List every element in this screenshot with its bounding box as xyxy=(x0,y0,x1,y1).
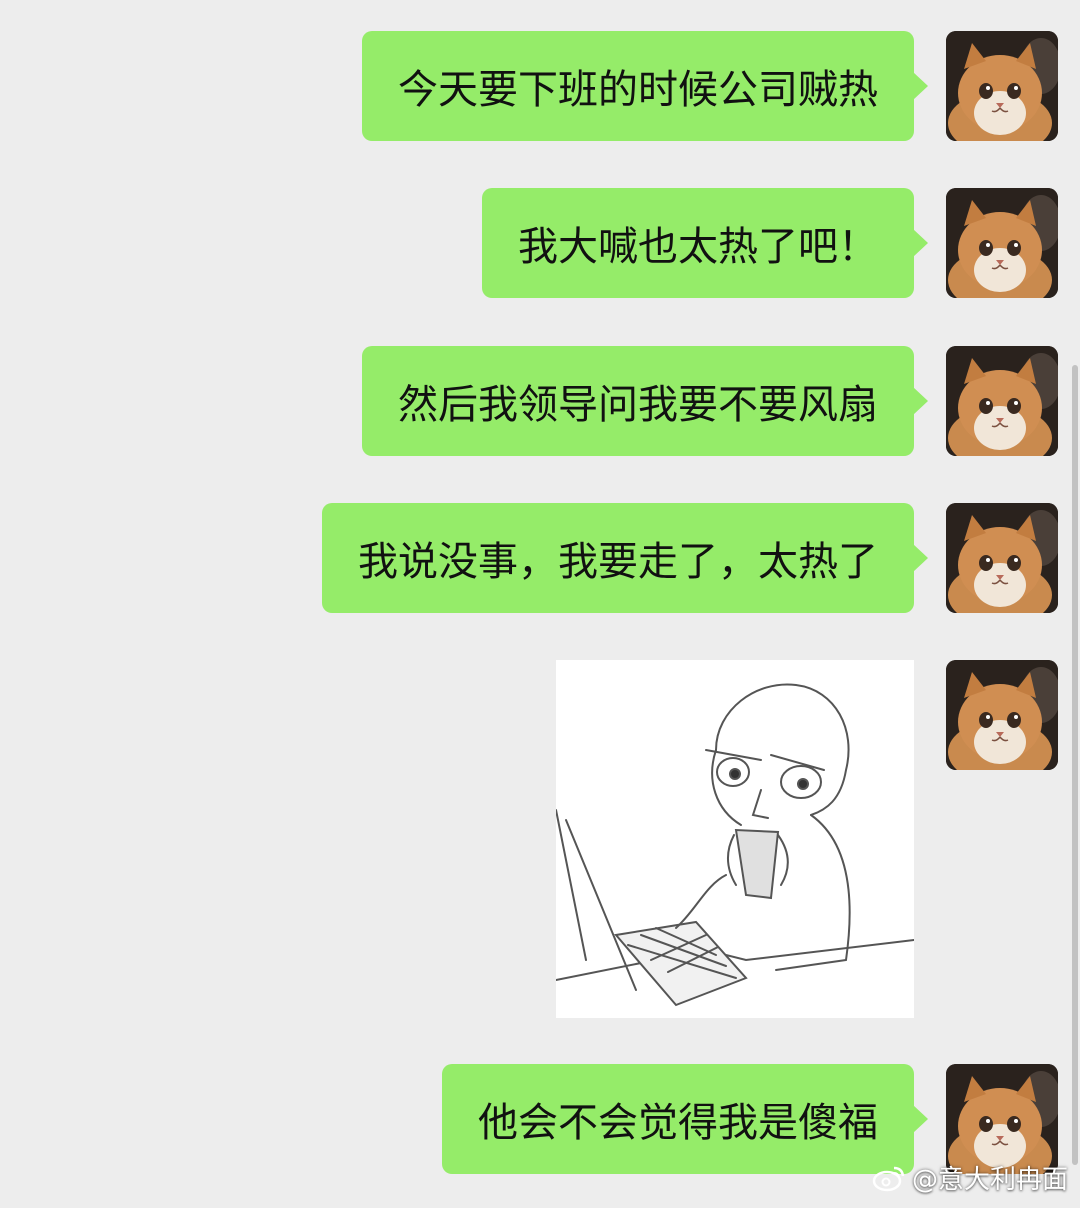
scrollbar[interactable] xyxy=(1072,365,1078,1165)
cat-avatar-icon[interactable] xyxy=(946,503,1058,613)
sticker-image[interactable] xyxy=(556,660,914,1018)
message-bubble[interactable]: 我说没事，我要走了，太热了 xyxy=(322,503,928,613)
message-text: 我大喊也太热了吧！ xyxy=(518,224,878,270)
weibo-logo-icon xyxy=(872,1166,905,1191)
message-bubble[interactable]: 今天要下班的时候公司贼热 xyxy=(362,31,928,141)
message-text: 他会不会觉得我是傻福 xyxy=(478,1100,878,1146)
message-bubble[interactable]: 然后我领导问我要不要风扇 xyxy=(362,346,928,456)
message-text: 今天要下班的时候公司贼热 xyxy=(398,67,878,113)
cat-avatar-icon[interactable] xyxy=(946,31,1058,141)
cat-avatar-icon[interactable] xyxy=(946,188,1058,298)
cat-avatar-icon[interactable] xyxy=(946,660,1058,770)
watermark-text: @意大利冉面 xyxy=(911,1165,1068,1195)
message-text: 然后我领导问我要不要风扇 xyxy=(398,382,878,428)
drawing-person-at-laptop-drinking-sticker xyxy=(556,683,914,1007)
watermark: @意大利冉面 xyxy=(872,1159,1068,1196)
message-bubble[interactable]: 我大喊也太热了吧！ xyxy=(482,188,928,298)
cat-avatar-icon[interactable] xyxy=(946,1064,1058,1174)
message-bubble[interactable]: 他会不会觉得我是傻福 xyxy=(442,1064,928,1174)
cat-avatar-icon[interactable] xyxy=(946,346,1058,456)
message-text: 我说没事，我要走了，太热了 xyxy=(358,539,878,585)
